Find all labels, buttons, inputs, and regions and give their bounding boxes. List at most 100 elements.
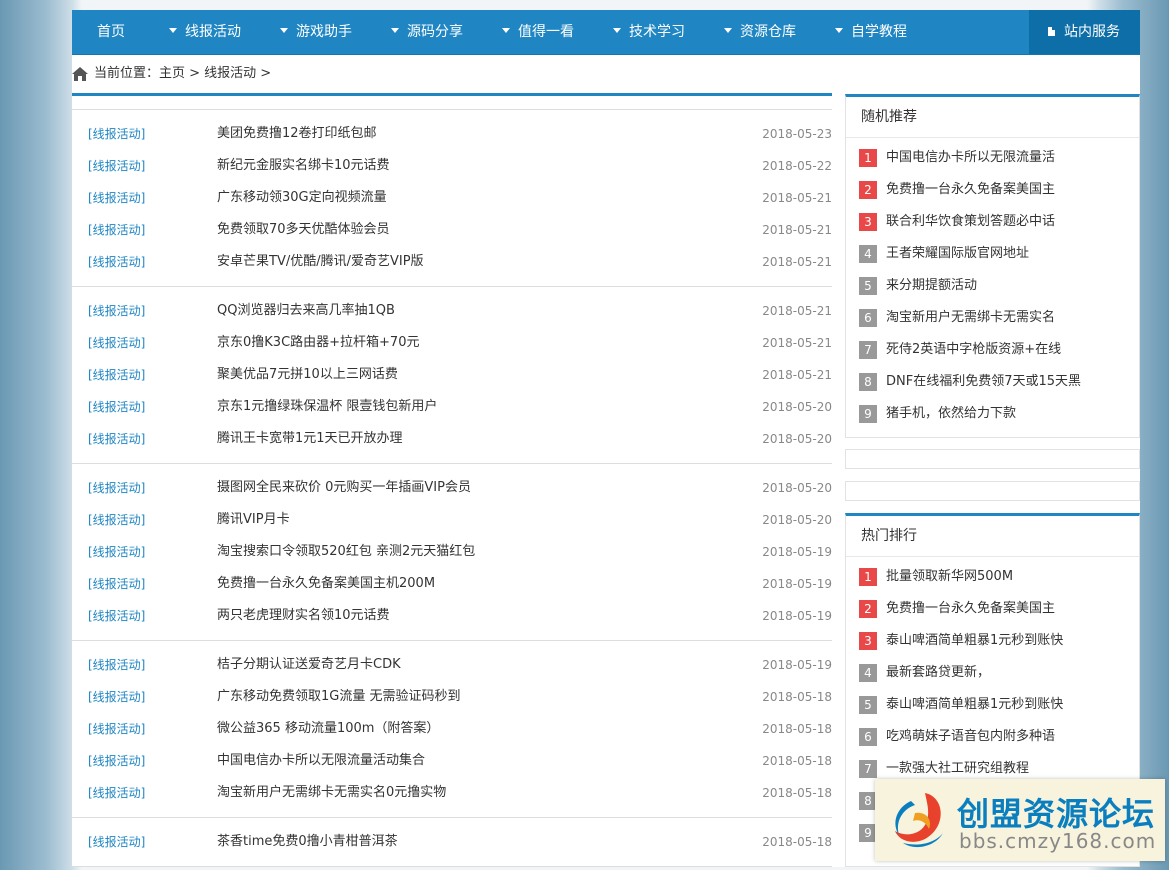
article-date: 2018-05-20 [762, 400, 832, 414]
article-date: 2018-05-21 [762, 336, 832, 350]
article-category-link[interactable]: [线报活动] [88, 359, 145, 391]
article-category-link[interactable]: [线报活动] [88, 649, 145, 681]
article-title-link[interactable]: 腾讯VIP月卡 [217, 504, 290, 536]
nav-game-helper[interactable]: 游戏助手 [280, 10, 352, 54]
random-item[interactable]: 4 王者荣耀国际版官网地址 [846, 238, 1139, 270]
hot-item-link[interactable]: 免费撸一台永久免备案美国主 [886, 593, 1055, 625]
hot-item[interactable]: 6 吃鸡萌妹子语音包内附多种语 [846, 721, 1139, 753]
article-category-link[interactable]: [线报活动] [88, 681, 145, 713]
article-group: [线报活动] QQ浏览器归去来高几率抽1QB 2018-05-21 [线报活动] 京东0… [72, 287, 832, 464]
article-title-link[interactable]: 广东移动领30G定向视频流量 [217, 182, 387, 214]
hot-item[interactable]: 5 泰山啤酒简单粗暴1元秒到账快 [846, 689, 1139, 721]
nav-source-code[interactable]: 源码分享 [391, 10, 463, 54]
article-category-link[interactable]: [线报活动] [88, 713, 145, 745]
random-item-link[interactable]: 免费撸一台永久免备案美国主 [886, 174, 1055, 206]
article-category-link[interactable]: [线报活动] [88, 214, 145, 246]
article-row: [线报活动] 微公益365 移动流量100m（附答案） 2018-05-18 [72, 713, 832, 745]
article-title-link[interactable]: 广东移动免费领取1G流量 无需验证码秒到 [217, 681, 460, 713]
article-category-link[interactable]: [线报活动] [88, 472, 145, 504]
article-category-link[interactable]: [线报活动] [88, 777, 145, 809]
nav-worth-seeing[interactable]: 值得一看 [502, 10, 574, 54]
rank-badge: 9 [859, 405, 877, 423]
breadcrumb-text[interactable]: 当前位置：主页 > 线报活动 > [94, 64, 271, 84]
hot-item[interactable]: 2 免费撸一台永久免备案美国主 [846, 593, 1139, 625]
article-title-link[interactable]: 腾讯王卡宽带1元1天已开放办理 [217, 423, 403, 455]
hot-item-link[interactable]: 泰山啤酒简单粗暴1元秒到账快 [886, 689, 1063, 721]
article-category-link[interactable]: [线报活动] [88, 118, 145, 150]
hot-item-link[interactable]: 最新套路贷更新， [886, 657, 990, 689]
random-item[interactable]: 8 DNF在线福利免费领7天或15天黑 [846, 366, 1139, 398]
nav-site-service[interactable]: 站内服务 [1029, 10, 1140, 54]
nav-tutorials[interactable]: 自学教程 [835, 10, 907, 54]
article-category-link[interactable]: [线报活动] [88, 182, 145, 214]
caret-down-icon [835, 27, 843, 33]
article-category-link[interactable]: [线报活动] [88, 600, 145, 632]
random-item[interactable]: 6 淘宝新用户无需绑卡无需实名 [846, 302, 1139, 334]
random-item-link[interactable]: 来分期提额活动 [886, 270, 977, 302]
nav-resources[interactable]: 资源仓库 [724, 10, 796, 54]
article-category-link[interactable]: [线报活动] [88, 826, 145, 858]
nav-activities[interactable]: 线报活动 [169, 10, 241, 54]
article-category-link[interactable]: [线报活动] [88, 568, 145, 600]
random-item[interactable]: 5 来分期提额活动 [846, 270, 1139, 302]
article-category-link[interactable]: [线报活动] [88, 295, 145, 327]
article-category-link[interactable]: [线报活动] [88, 327, 145, 359]
empty-widget [845, 449, 1140, 469]
article-title-link[interactable]: 聚美优品7元拼10以上三网话费 [217, 359, 398, 391]
article-title-link[interactable]: 摄图网全民来砍价 0元购买一年插画VIP会员 [217, 472, 471, 504]
article-group: [线报活动] 茶香time免费0撸小青柑普洱茶 2018-05-18 [72, 818, 832, 867]
article-title-link[interactable]: 微公益365 移动流量100m（附答案） [217, 713, 439, 745]
random-item[interactable]: 1 中国电信办卡所以无限流量活 [846, 142, 1139, 174]
hot-item[interactable]: 4 最新套路贷更新， [846, 657, 1139, 689]
article-category-link[interactable]: [线报活动] [88, 536, 145, 568]
article-title-link[interactable]: 新纪元金服实名绑卡10元话费 [217, 150, 390, 182]
article-title-link[interactable]: 免费领取70多天优酷体验会员 [217, 214, 390, 246]
article-row: [线报活动] 腾讯VIP月卡 2018-05-20 [72, 504, 832, 536]
random-item[interactable]: 2 免费撸一台永久免备案美国主 [846, 174, 1139, 206]
hot-item[interactable]: 3 泰山啤酒简单粗暴1元秒到账快 [846, 625, 1139, 657]
random-item-link[interactable]: 王者荣耀国际版官网地址 [886, 238, 1029, 270]
article-title-link[interactable]: 安卓芒果TV/优酷/腾讯/爱奇艺VIP版 [217, 246, 424, 278]
article-title-link[interactable]: 京东1元撸绿珠保温杯 限壹钱包新用户 [217, 391, 437, 423]
nav-label: 游戏助手 [296, 24, 352, 40]
random-item-link[interactable]: 淘宝新用户无需绑卡无需实名 [886, 302, 1055, 334]
article-category-link[interactable]: [线报活动] [88, 391, 145, 423]
article-date: 2018-05-19 [762, 577, 832, 591]
article-title-link[interactable]: 淘宝新用户无需绑卡无需实名0元撸实物 [217, 777, 446, 809]
nav-tech-learning[interactable]: 技术学习 [613, 10, 685, 54]
caret-down-icon [391, 27, 399, 33]
hot-item-link[interactable]: 吃鸡萌妹子语音包内附多种语 [886, 721, 1055, 753]
article-date: 2018-05-21 [762, 255, 832, 269]
hot-item-link[interactable]: 泰山啤酒简单粗暴1元秒到账快 [886, 625, 1063, 657]
rank-badge: 2 [859, 600, 877, 618]
article-row: [线报活动] 桔子分期认证送爱奇艺月卡CDK 2018-05-19 [72, 649, 832, 681]
random-item[interactable]: 9 猪手机，依然给力下款 [846, 398, 1139, 430]
article-title-link[interactable]: 京东0撸K3C路由器+拉杆箱+70元 [217, 327, 419, 359]
article-category-link[interactable]: [线报活动] [88, 504, 145, 536]
article-title-link[interactable]: 淘宝搜索口令领取520红包 亲测2元天猫红包 [217, 536, 475, 568]
random-item-link[interactable]: 猪手机，依然给力下款 [886, 398, 1016, 430]
article-category-link[interactable]: [线报活动] [88, 745, 145, 777]
article-category-link[interactable]: [线报活动] [88, 246, 145, 278]
random-item[interactable]: 3 联合利华饮食策划答题必中话 [846, 206, 1139, 238]
random-item-link[interactable]: 死侍2英语中字枪版资源+在线 [886, 334, 1061, 366]
article-title-link[interactable]: 桔子分期认证送爱奇艺月卡CDK [217, 649, 401, 681]
article-category-link[interactable]: [线报活动] [88, 150, 145, 182]
article-title-link[interactable]: 茶香time免费0撸小青柑普洱茶 [217, 826, 398, 858]
article-title-link[interactable]: 免费撸一台永久免备案美国主机200M [217, 568, 435, 600]
random-item-link[interactable]: 中国电信办卡所以无限流量活 [886, 142, 1055, 174]
nav-home[interactable]: 首页 [97, 10, 125, 54]
article-title-link[interactable]: 两只老虎理财实名领10元话费 [217, 600, 390, 632]
random-item-link[interactable]: 联合利华饮食策划答题必中话 [886, 206, 1055, 238]
hot-item-link[interactable]: 批量领取新华网500M [886, 561, 1013, 593]
article-title-link[interactable]: 中国电信办卡所以无限流量活动集合 [217, 745, 425, 777]
article-title-link[interactable]: QQ浏览器归去来高几率抽1QB [217, 295, 395, 327]
rank-badge: 2 [859, 181, 877, 199]
article-row: [线报活动] 广东移动领30G定向视频流量 2018-05-21 [72, 182, 832, 214]
hot-item[interactable]: 1 批量领取新华网500M [846, 561, 1139, 593]
article-date: 2018-05-18 [762, 690, 832, 704]
random-item-link[interactable]: DNF在线福利免费领7天或15天黑 [886, 366, 1081, 398]
article-title-link[interactable]: 美团免费撸12卷打印纸包邮 [217, 118, 377, 150]
random-item[interactable]: 7 死侍2英语中字枪版资源+在线 [846, 334, 1139, 366]
article-category-link[interactable]: [线报活动] [88, 423, 145, 455]
